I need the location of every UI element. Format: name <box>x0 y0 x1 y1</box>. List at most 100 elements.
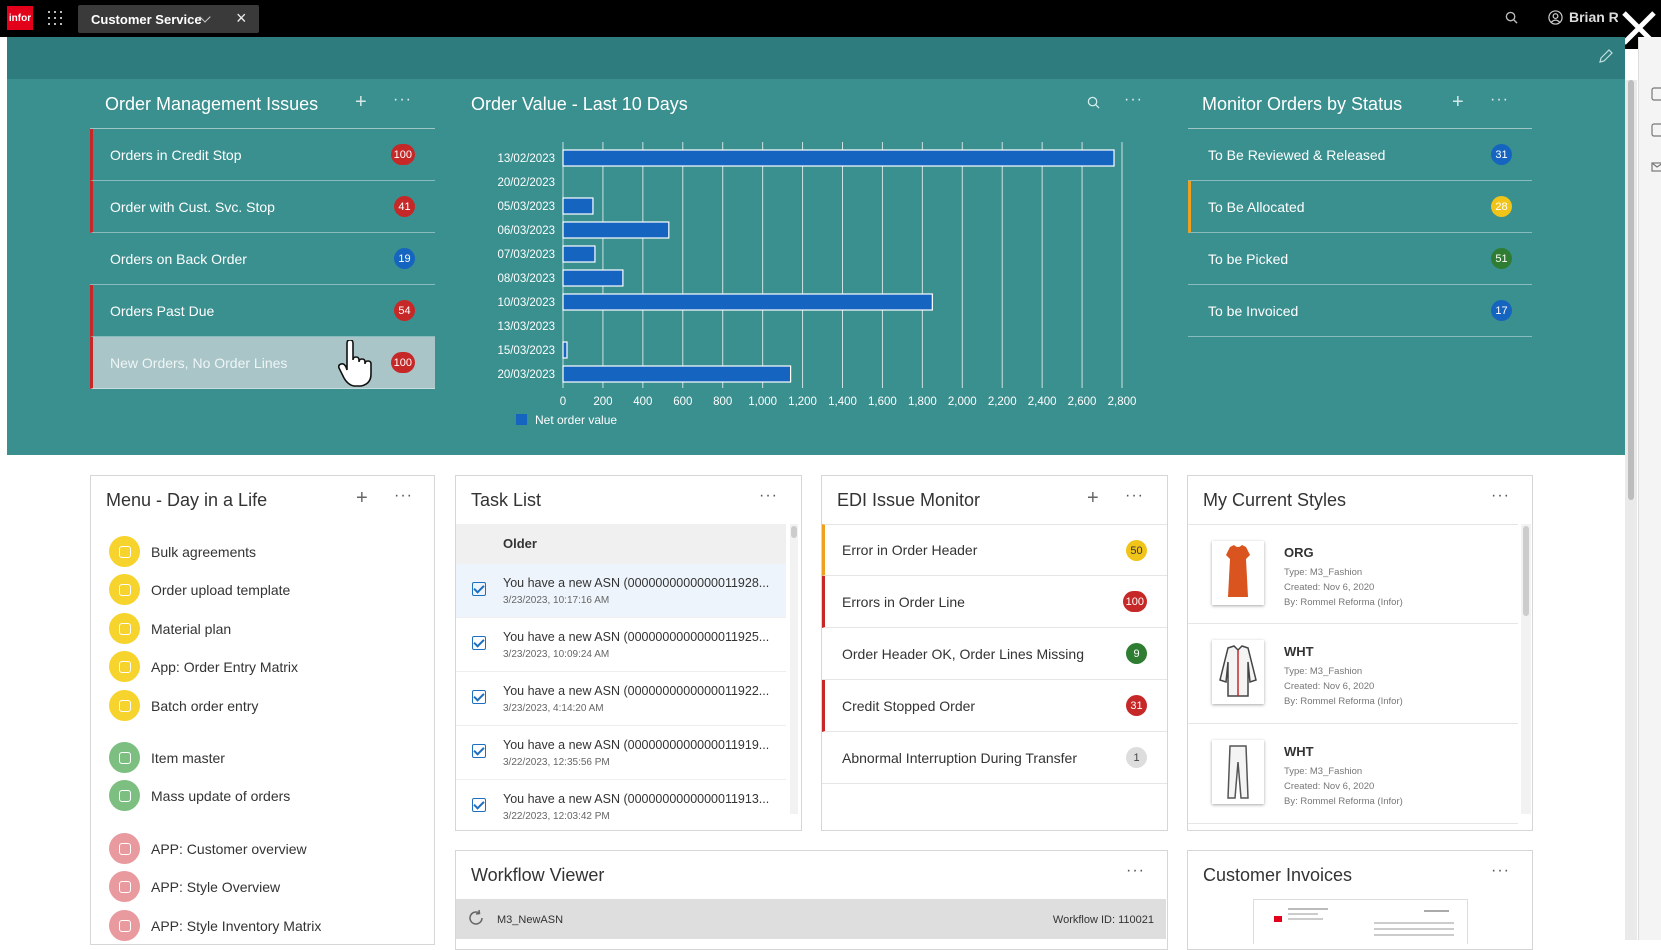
bar <box>562 149 1115 167</box>
count-badge: 100 <box>390 352 415 373</box>
x-tick-label: 2,000 <box>948 396 977 408</box>
task-row[interactable]: You have a new ASN (0000000000000011919.… <box>456 726 786 780</box>
menu-item[interactable]: Batch order entry <box>109 690 258 721</box>
list-item[interactable]: To be Invoiced 17 <box>1188 285 1532 337</box>
more-options-icon[interactable]: ··· <box>1125 487 1144 505</box>
more-options-icon[interactable]: ··· <box>1126 862 1145 880</box>
style-type: Type: M3_Fashion <box>1284 567 1363 578</box>
add-icon[interactable]: + <box>1452 91 1464 114</box>
style-name: ORG <box>1284 545 1314 560</box>
more-options-icon[interactable]: ··· <box>394 487 413 505</box>
list-item[interactable]: To Be Reviewed & Released 31 <box>1188 129 1532 181</box>
list-item[interactable]: Orders on Back Order 19 <box>90 233 435 285</box>
checkbox-icon[interactable] <box>472 744 486 758</box>
widget-title: Monitor Orders by Status <box>1202 94 1403 114</box>
task-row[interactable]: You have a new ASN (0000000000000011913.… <box>456 780 786 830</box>
checkbox-icon[interactable] <box>472 690 486 704</box>
task-text: You have a new ASN (0000000000000011925.… <box>503 630 770 644</box>
more-options-icon[interactable]: ··· <box>1491 862 1510 880</box>
add-icon[interactable]: + <box>355 91 367 114</box>
style-card[interactable]: WHT Type: M3_Fashion Created: Nov 6, 202… <box>1188 724 1518 824</box>
edit-pencil-icon[interactable] <box>1598 48 1614 64</box>
task-text: You have a new ASN (0000000000000011913.… <box>503 792 770 806</box>
more-options-icon[interactable]: ··· <box>1491 487 1510 505</box>
list-item[interactable]: Abnormal Interruption During Transfer 1 <box>822 732 1167 784</box>
task-scrollbar[interactable] <box>790 524 798 814</box>
list-item[interactable]: Errors in Order Line 100 <box>822 576 1167 628</box>
legend-swatch <box>516 414 527 425</box>
task-time: 3/23/2023, 10:09:24 AM <box>503 649 610 660</box>
menu-item[interactable]: Order upload template <box>109 574 290 605</box>
list-item[interactable]: Orders in Credit Stop 100 <box>90 129 435 181</box>
count-badge: 28 <box>1491 196 1512 217</box>
menu-item[interactable]: APP: Style Overview <box>109 871 280 902</box>
tab-customer-service[interactable]: Customer Service × <box>78 5 259 33</box>
box-icon <box>109 742 140 773</box>
list-item[interactable]: To be Picked 51 <box>1188 233 1532 285</box>
scrollbar-thumb[interactable] <box>791 526 797 538</box>
task-row[interactable]: You have a new ASN (0000000000000011922.… <box>456 672 786 726</box>
refresh-icon[interactable] <box>467 909 485 927</box>
item-label: Orders in Credit Stop <box>110 146 242 163</box>
menu-item[interactable]: Bulk agreements <box>109 536 256 567</box>
scrollbar-thumb[interactable] <box>1523 526 1529 616</box>
infor-logo[interactable]: infor <box>7 6 33 30</box>
menu-item[interactable]: APP: Customer overview <box>109 833 307 864</box>
list-item[interactable]: Credit Stopped Order 31 <box>822 680 1167 732</box>
list-item[interactable]: Error in Order Header 50 <box>822 524 1167 576</box>
style-card[interactable]: ORG Type: M3_Fashion Created: Nov 6, 202… <box>1188 524 1518 624</box>
mail-icon[interactable] <box>1651 162 1661 172</box>
category-label: 15/03/2023 <box>497 345 555 357</box>
bar <box>562 221 670 239</box>
order-status-list: To Be Reviewed & Released 31 To Be Alloc… <box>1188 128 1532 337</box>
widget-title: My Current Styles <box>1203 490 1347 510</box>
tab-label: Customer Service <box>91 11 202 27</box>
checkbox-icon[interactable] <box>472 798 486 812</box>
checkbox-icon[interactable] <box>472 636 486 650</box>
menu-item-label: Batch order entry <box>151 697 259 714</box>
style-type: Type: M3_Fashion <box>1284 766 1363 777</box>
menu-item[interactable]: Material plan <box>109 613 231 644</box>
x-tick-label: 800 <box>713 396 732 408</box>
menu-item[interactable]: App: Order Entry Matrix <box>109 651 298 682</box>
more-options-icon[interactable]: ··· <box>393 91 412 109</box>
workflow-row[interactable]: M3_NewASN Workflow ID: 110021 <box>456 899 1166 939</box>
globe-icon <box>109 910 140 941</box>
task-row[interactable]: You have a new ASN (0000000000000011925.… <box>456 618 786 672</box>
invoice-document-preview[interactable] <box>1253 899 1468 944</box>
task-text: You have a new ASN (0000000000000011919.… <box>503 738 770 752</box>
task-time: 3/23/2023, 10:17:16 AM <box>503 595 610 606</box>
more-options-icon[interactable]: ··· <box>1490 91 1509 109</box>
more-options-icon[interactable]: ··· <box>1124 91 1143 109</box>
scrollbar-thumb[interactable] <box>1628 80 1634 500</box>
order-value-bar-chart: 0 200 400 600 800 1,000 1,200 1,400 1,600 1,800 2,… <box>497 142 1136 427</box>
menu-item[interactable]: APP: Style Inventory Matrix <box>109 910 321 941</box>
panel-square-icon[interactable] <box>1651 87 1661 101</box>
search-icon[interactable] <box>1505 11 1518 24</box>
list-item[interactable]: Order with Cust. Svc. Stop 41 <box>90 181 435 233</box>
page-scrollbar[interactable] <box>1625 80 1637 940</box>
checkbox-icon[interactable] <box>472 582 486 596</box>
search-icon[interactable] <box>1087 96 1100 109</box>
add-icon[interactable]: + <box>1087 487 1099 510</box>
app-launcher-icon[interactable] <box>48 11 62 25</box>
task-row[interactable]: You have a new ASN (0000000000000011928.… <box>456 564 786 618</box>
menu-item-label: Item master <box>151 749 225 766</box>
close-tab-icon[interactable]: × <box>236 8 247 29</box>
count-badge: 51 <box>1491 248 1512 269</box>
list-item[interactable]: Orders Past Due 54 <box>90 285 435 337</box>
workflow-name: M3_NewASN <box>497 914 564 926</box>
list-item[interactable]: New Orders, No Order Lines 100 <box>90 337 435 389</box>
menu-item-label: APP: Style Overview <box>151 878 281 895</box>
more-options-icon[interactable]: ··· <box>759 487 778 505</box>
menu-item[interactable]: Item master <box>109 742 225 773</box>
panel-square-icon-2[interactable] <box>1651 123 1661 137</box>
menu-item[interactable]: Mass update of orders <box>109 780 290 811</box>
user-menu[interactable]: Brian R <box>1548 9 1619 25</box>
styles-scrollbar[interactable] <box>1521 524 1531 814</box>
style-card[interactable]: WHT Type: M3_Fashion Created: Nov 6, 202… <box>1188 624 1518 724</box>
add-icon[interactable]: + <box>356 487 368 510</box>
list-item[interactable]: To Be Allocated 28 <box>1188 181 1532 233</box>
list-item[interactable]: Order Header OK, Order Lines Missing 9 <box>822 628 1167 680</box>
menu-item-label: Mass update of orders <box>151 787 291 804</box>
